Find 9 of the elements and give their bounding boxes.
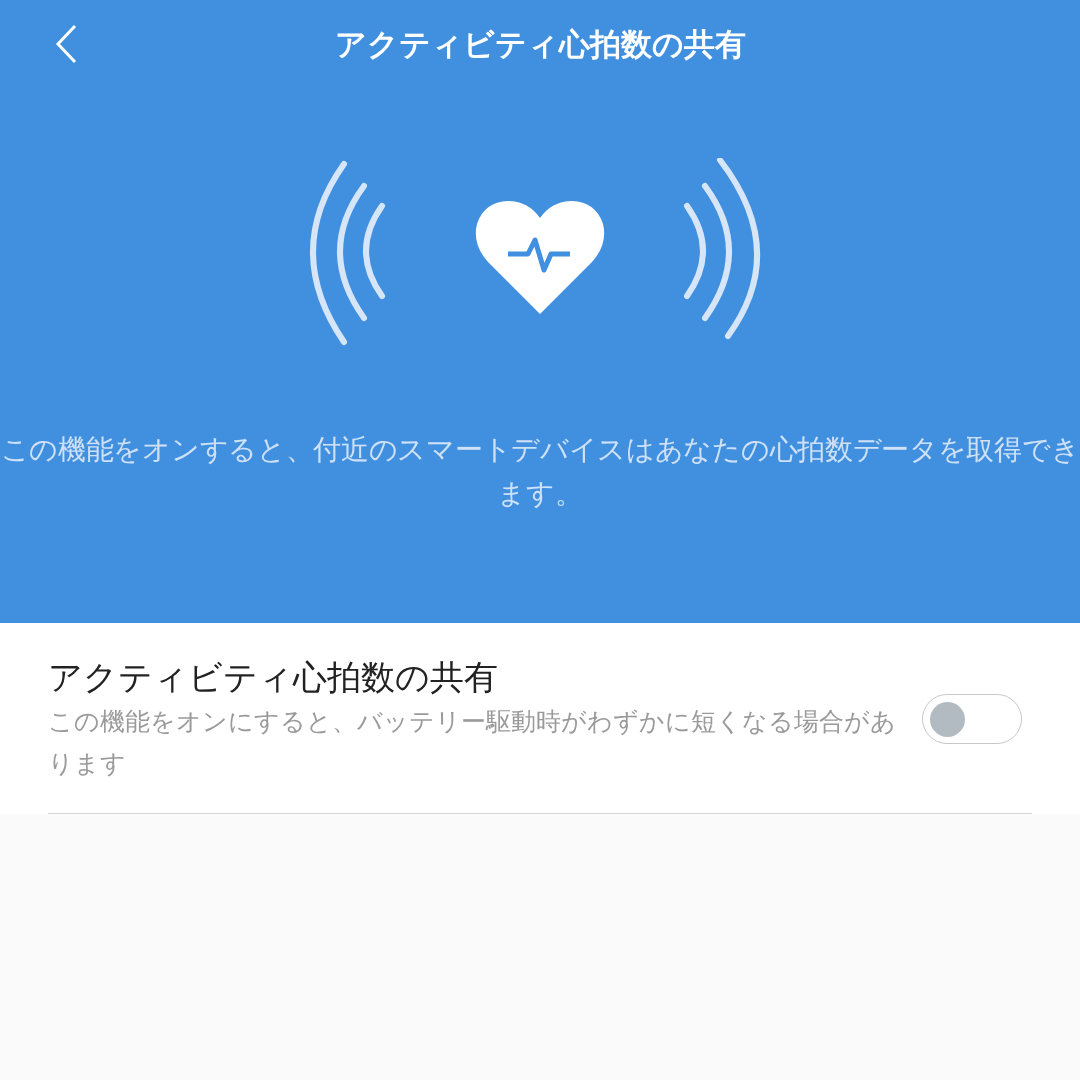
heart-icon [475, 201, 605, 314]
setting-title: アクティビティ心拍数の共有 [48, 656, 499, 699]
toggle-switch[interactable] [922, 694, 1022, 744]
page-title: アクティビティ心拍数の共有 [334, 26, 746, 62]
setting-description: この機能をオンにすると、バッテリー駆動時がわずかに短くなる場合があります [48, 706, 897, 780]
description-text: この機能をオンすると、付近のスマートデバイスはあなたの心拍数データを取得できます。 [0, 432, 1080, 512]
left-waves-icon [310, 161, 385, 345]
right-waves-icon [684, 158, 760, 339]
back-icon [55, 24, 77, 64]
